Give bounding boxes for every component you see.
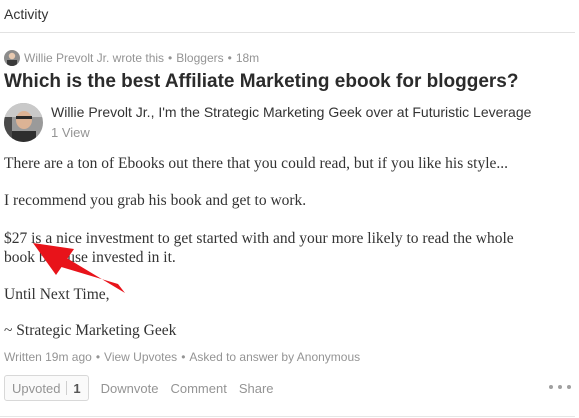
author-avatar-icon[interactable] [4, 103, 43, 142]
share-button[interactable]: Share [239, 381, 274, 396]
user-avatar-icon[interactable] [4, 50, 20, 66]
answer-signature: ~ Strategic Marketing Geek [4, 322, 177, 339]
topic-link[interactable]: Bloggers [176, 51, 223, 65]
asked-to-answer: Asked to answer by Anonymous [189, 350, 361, 364]
separator-dot: • [168, 51, 173, 65]
more-dot [549, 385, 553, 389]
separator-dot: • [181, 350, 186, 364]
answer-paragraph-3-line-2: book because invested in it. [4, 249, 176, 266]
view-count: 1 View [51, 125, 90, 140]
action-bar: Upvoted 1 Downvote Comment Share [4, 375, 274, 401]
upvote-count: 1 [73, 380, 81, 396]
upvote-divider [66, 381, 68, 395]
more-dot [567, 385, 571, 389]
section-title: Activity [4, 6, 49, 22]
downvote-button[interactable]: Downvote [101, 381, 159, 396]
view-upvotes-link[interactable]: View Upvotes [104, 350, 177, 364]
answer-paragraph-2: I recommend you grab his book and get to… [4, 192, 307, 209]
upvote-button[interactable]: Upvoted 1 [4, 375, 89, 401]
header-divider [0, 32, 575, 33]
author-credential: Willie Prevolt Jr., I'm the Strategic Ma… [51, 104, 531, 120]
separator-dot: • [227, 51, 232, 65]
separator-dot: • [95, 350, 101, 364]
answer-paragraph-1: There are a ton of Ebooks out there that… [4, 155, 509, 172]
upvote-label: Upvoted [12, 380, 61, 396]
answer-footer-meta: Written 19m ago • View Upvotes • Asked t… [4, 350, 360, 364]
written-time-link[interactable]: Written 19m ago [4, 350, 92, 364]
bottom-divider [0, 416, 575, 417]
more-options-icon[interactable] [549, 380, 571, 394]
timestamp[interactable]: 18m [236, 51, 259, 65]
story-meta: Willie Prevolt Jr. wrote this • Bloggers… [4, 50, 259, 66]
answer-paragraph-4: Until Next Time, [4, 286, 110, 303]
question-title[interactable]: Which is the best Affiliate Marketing eb… [4, 71, 518, 93]
answer-paragraph-3-line-1: $27 is a nice investment to get started … [4, 230, 514, 247]
author-credential-text[interactable]: Willie Prevolt Jr., I'm the Strategic Ma… [51, 104, 531, 120]
more-dot [558, 385, 562, 389]
actor-action[interactable]: Willie Prevolt Jr. wrote this [24, 51, 164, 65]
comment-button[interactable]: Comment [170, 381, 226, 396]
